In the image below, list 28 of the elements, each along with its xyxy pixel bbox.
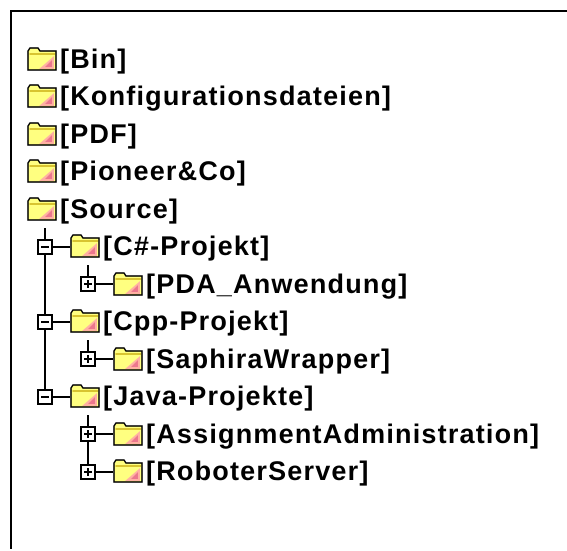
plus-icon <box>82 428 94 440</box>
folder-icon <box>27 46 57 71</box>
expand-toggle[interactable] <box>37 314 53 330</box>
expand-toggle[interactable] <box>37 238 53 254</box>
folder-icon <box>27 159 57 184</box>
folder-label[interactable]: [Cpp-Projekt] <box>103 306 290 336</box>
expand-toggle[interactable] <box>80 426 96 442</box>
folder-label[interactable]: [Pioneer&Co] <box>60 156 247 186</box>
folder-label[interactable]: [PDA_Anwendung] <box>146 268 408 299</box>
expand-toggle[interactable] <box>80 464 96 480</box>
folder-label[interactable]: [AssignmentAdministration] <box>146 418 540 449</box>
folder-label[interactable]: [RoboterServer] <box>146 456 370 486</box>
folder-label[interactable]: [Konfigurationsdateien] <box>60 81 392 112</box>
folder-label[interactable]: [PDF] <box>60 118 138 149</box>
folder-label[interactable]: [Source] <box>60 194 180 224</box>
plus-icon <box>82 466 94 478</box>
folder-icon <box>27 84 57 108</box>
folder-label[interactable]: [C#-Projekt] <box>103 231 270 262</box>
folder-icon <box>27 196 57 221</box>
expand-toggle[interactable] <box>37 388 53 404</box>
expand-toggle[interactable] <box>80 351 96 367</box>
folder-label[interactable]: [Bin] <box>60 44 128 74</box>
folder-icon <box>27 122 57 146</box>
plus-icon <box>82 278 94 290</box>
folder-label[interactable]: [SaphiraWrapper] <box>146 344 392 374</box>
expand-toggle[interactable] <box>80 276 96 292</box>
plus-icon <box>82 353 94 365</box>
folder-label[interactable]: [Java-Projekte] <box>103 381 315 412</box>
